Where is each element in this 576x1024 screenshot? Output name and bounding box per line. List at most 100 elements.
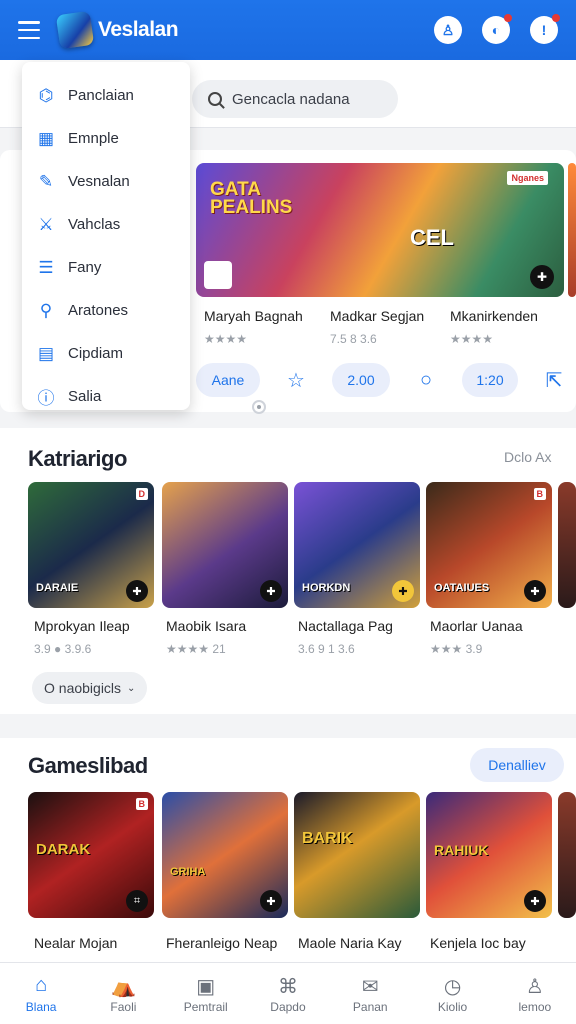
drawer-item-label: Vahclas [68,216,121,233]
game-tile-peek[interactable] [558,482,576,608]
drawer-item-vahclas[interactable]: ⚔ Vahclas [22,203,190,246]
game-rating: ★★★★ 21 [166,642,226,656]
info-icon: ⓘ [37,389,55,408]
game-title[interactable]: Nealar Mojan [34,935,117,951]
clock-icon: ◷ [443,975,462,998]
navigation-drawer: ⌬ Panclaian ▦ Emnple ✎ Vesnalan ⚔ Vahclas ☰ F… [22,62,190,410]
share-icon[interactable]: ⇱ [541,368,567,393]
drawer-item-label: Emnple [68,130,119,147]
banner-title-art: GATA PEALINS [210,179,293,218]
controller-icon: ✚ [126,580,148,602]
controller-icon: ✚ [530,265,554,289]
profile-icon[interactable]: ♙ [434,16,462,44]
game-rating: 3.9 ● 3.9.6 [34,642,92,656]
section-title: Gameslibad [28,753,148,778]
app-logo [55,10,95,50]
controller-icon: ✚ [260,580,282,602]
score-button[interactable]: 2.00 [332,363,390,397]
drawer-item-cipdiam[interactable]: ▤ Cipdiam [22,332,190,375]
chevron-down-icon: ⌄ [127,682,136,694]
carousel-indicator[interactable] [252,400,266,414]
game-title[interactable]: Kenjela Ioc bay [430,935,526,951]
banner-tag: CEL [410,225,454,250]
list-icon: ☰ [38,257,54,277]
game-thumbnail [204,261,232,289]
details-button[interactable]: Denalliev [470,748,564,782]
drawer-item-panclaian[interactable]: ⌬ Panclaian [22,74,190,117]
grid-icon: ▦ [37,128,55,148]
game-title[interactable]: Mprokyan Ileap [34,618,130,634]
game-title[interactable]: Maorlar Uanaa [430,618,523,634]
nav-item-chat[interactable]: ✉ Panan [329,963,411,1024]
drawer-item-fany[interactable]: ☰ Fany [22,246,190,289]
featured-game-rating: ★★★★ [204,332,248,346]
filter-chip[interactable]: O naobigicls ⌄ [32,672,148,704]
banner-badge: Nganes [507,171,548,185]
next-banner-peek[interactable] [568,163,576,297]
game-rating: 3.6 9 1 3.6 [298,642,355,656]
calendar-icon: ▤ [37,343,55,363]
drawer-item-emnple[interactable]: ▦ Emnple [22,117,190,160]
bookmark-icon: ⌘ [277,975,298,998]
nav-item-library[interactable]: ▣ Pemtrail [165,963,247,1024]
circle-icon[interactable]: ○ [413,369,439,392]
game-tile[interactable]: B OATAIUES ✚ [426,482,552,608]
featured-game-title[interactable]: Mkanirkenden [450,308,538,324]
drawer-item-label: Aratones [68,302,129,319]
library-icon: ▣ [196,975,216,998]
menu-icon[interactable] [18,21,40,39]
game-title[interactable]: Nactallaga Pag [298,618,393,634]
drawer-item-label: Fany [68,259,102,276]
time-button[interactable]: 1:20 [462,363,518,397]
search-placeholder: Gencacla nadana [232,90,350,108]
nav-item-profile[interactable]: ♙ lemoo [494,963,576,1024]
drawer-item-salia[interactable]: ⓘ Salia [22,375,190,418]
featured-banner[interactable]: Nganes GATA PEALINS CEL ✚ [196,163,564,297]
compass-icon: ⌬ [38,85,54,105]
game-tile[interactable]: HORKDN ✚ [294,482,420,608]
nav-item-bookmark[interactable]: ⌘ Dapdo [247,963,329,1024]
nav-item-home[interactable]: ⌂ Blana [0,963,82,1024]
alert-icon[interactable]: ! [530,14,560,44]
game-rating: ★★★ 3.9 [430,642,483,656]
controller-icon: ✚ [524,890,546,912]
app-bar: Veslalan ♙ ◐ ! [0,0,576,60]
primary-action-button[interactable]: Aane [196,363,260,397]
drawer-item-aratones[interactable]: ⚲ Aratones [22,289,190,332]
game-tile[interactable]: GRIHA ✚ [162,792,288,918]
nav-item-store[interactable]: ⛺ Faoli [82,963,164,1024]
home-icon: ⌂ [35,973,48,996]
game-tile[interactable]: B DARAK ⌗ [28,792,154,918]
controller-icon: ✚ [260,890,282,912]
search-icon [208,92,222,106]
game-tile-peek[interactable] [558,792,576,918]
drawer-item-label: Vesnalan [68,173,130,190]
featured-game-title[interactable]: Madkar Segjan [330,308,424,324]
game-tile[interactable]: ✚ [162,482,288,608]
featured-actions: Aane ☆ 2.00 ○ 1:20 ⇱ [196,363,567,397]
search-input[interactable]: Gencacla nadana [192,80,398,118]
game-tile[interactable]: BARIK [294,792,420,918]
swords-icon: ⚔ [38,214,54,234]
featured-game-title[interactable]: Maryah Bagnah [204,308,303,324]
store-icon: ⛺ [110,975,136,998]
game-tile[interactable]: RAHIUK ✚ [426,792,552,918]
see-all-link[interactable]: Dclo Ax [504,449,551,465]
notification-icon[interactable]: ◐ [482,14,512,44]
game-title[interactable]: Maobik Isara [166,618,246,634]
nav-item-clock[interactable]: ◷ Kiolio [411,963,493,1024]
game-tile[interactable]: D DARAIE ✚ [28,482,154,608]
controller-icon: ✚ [524,580,546,602]
drawer-item-label: Cipdiam [68,345,124,362]
drawer-item-vesnalan[interactable]: ✎ Vesnalan [22,160,190,203]
bottom-navigation: ⌂ Blana ⛺ Faoli ▣ Pemtrail ⌘ Dapdo ✉ Panan ◷ K… [0,962,576,1024]
badge-icon: ✚ [392,580,414,602]
grid-icon: ⌗ [126,890,148,912]
star-icon[interactable]: ☆ [283,368,309,393]
game-title[interactable]: Maole Naria Kay [298,935,402,951]
drawer-item-label: Salia [68,388,102,405]
game-title[interactable]: Fheranleigo Neap [166,935,277,951]
user-icon: ♙ [525,975,544,998]
header-actions: ♙ ◐ ! [434,14,560,44]
app-title: Veslalan [98,18,179,41]
